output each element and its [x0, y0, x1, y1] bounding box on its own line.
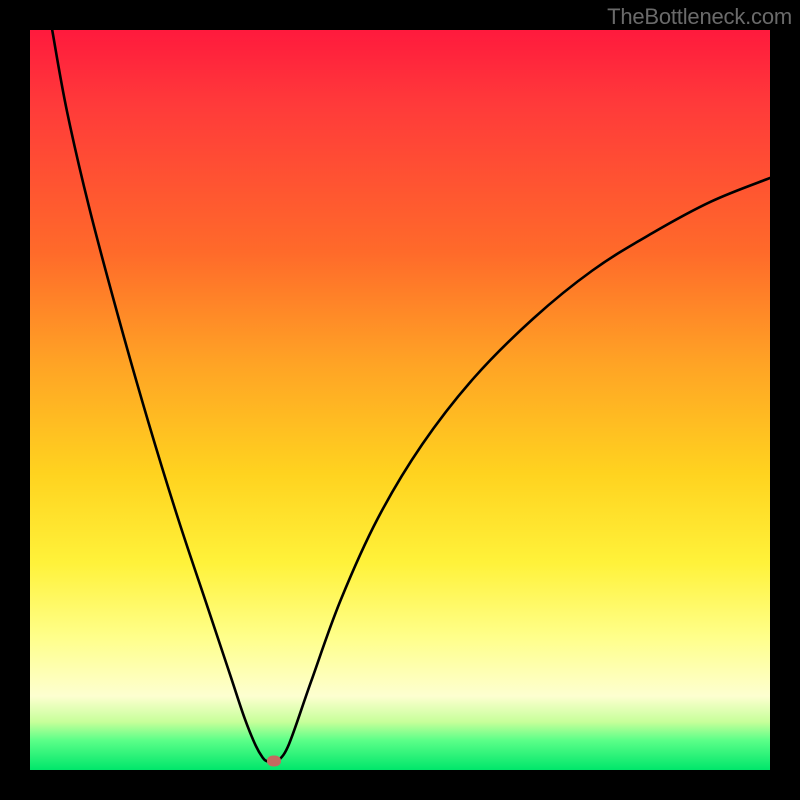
chart-frame: TheBottleneck.com: [0, 0, 800, 800]
bottleneck-curve: [30, 30, 770, 770]
bottleneck-marker: [267, 756, 281, 767]
curve-left-branch: [52, 30, 270, 761]
plot-area: [30, 30, 770, 770]
attribution-label: TheBottleneck.com: [607, 4, 792, 30]
curve-right-branch: [278, 178, 770, 761]
